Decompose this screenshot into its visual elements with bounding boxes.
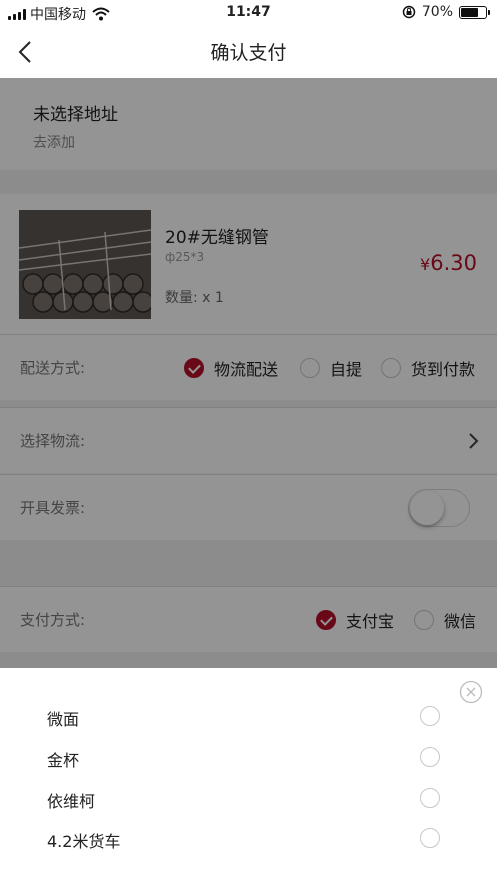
radio-unchecked-icon[interactable] [420,828,440,848]
battery-fill [461,7,478,17]
status-bar: 中国移动 11:47 70% [0,0,497,26]
sheet-item-label: 4.2米货车 [47,832,121,851]
page-title: 确认支付 [210,42,287,64]
sheet-item[interactable]: 4.2米货车 [0,820,497,860]
sheet-item[interactable]: 依维柯 [0,780,497,820]
sheet-item-label: 金杯 [47,751,80,770]
battery-percent: 70% [421,4,453,20]
sheet-item-label: 依维柯 [47,792,96,811]
sheet-item[interactable]: 微面 [0,698,497,738]
sheet-item[interactable]: 金杯 [0,739,497,779]
status-right: 70% [402,4,490,20]
sheet-item-label: 微面 [47,710,80,729]
radio-unchecked-icon[interactable] [420,788,440,808]
modal-overlay[interactable] [0,78,497,668]
battery-icon [459,5,490,19]
nav-bar: 确认支付 [0,26,497,78]
radio-unchecked-icon[interactable] [420,747,440,767]
orientation-lock-icon [402,5,416,19]
radio-unchecked-icon[interactable] [420,706,440,726]
vehicle-select-sheet: 微面 金杯 依维柯 4.2米货车 [0,668,497,883]
